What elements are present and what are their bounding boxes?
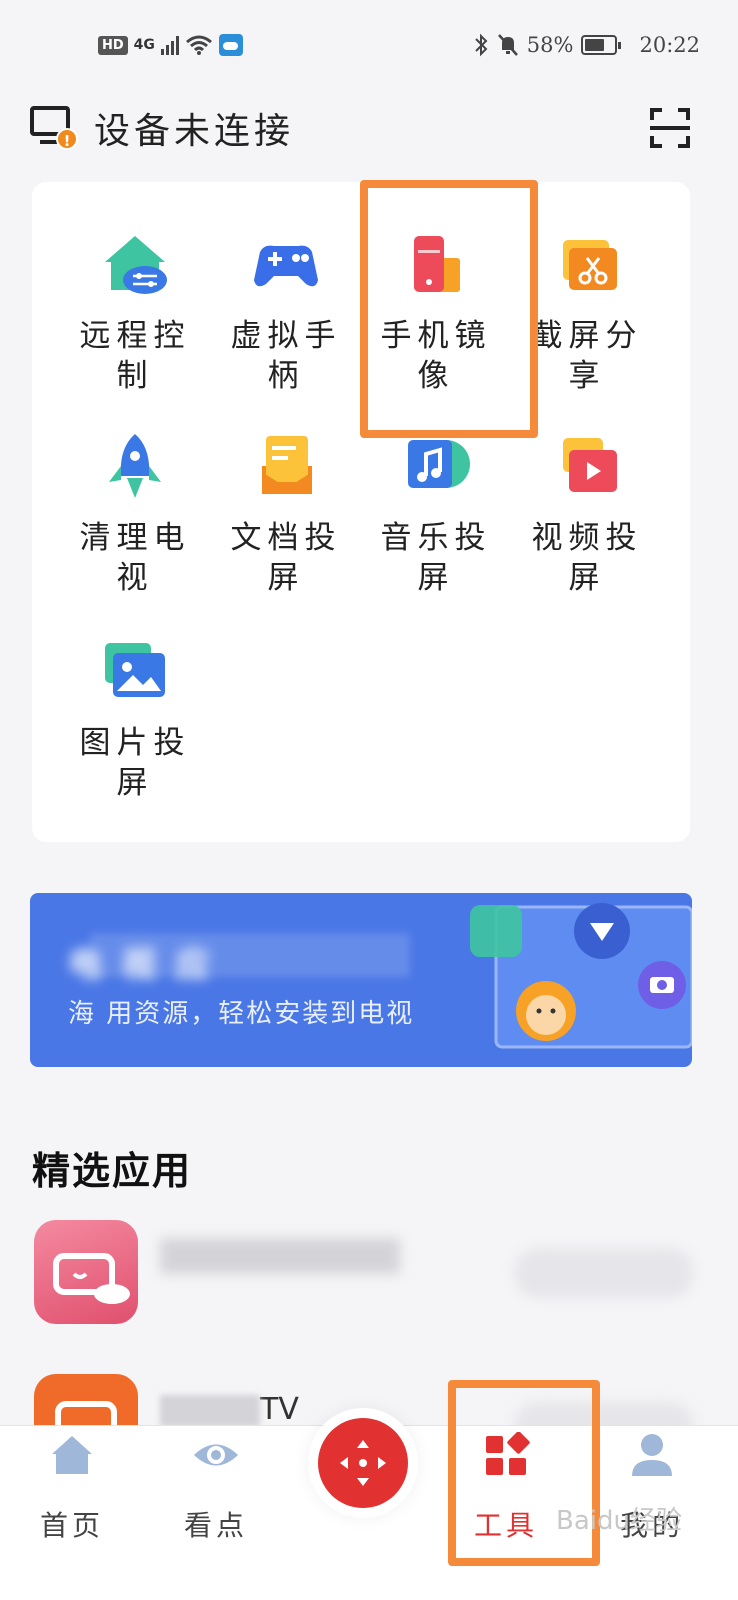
network-type: 4G bbox=[133, 37, 155, 53]
tool-label: 虚拟手柄 bbox=[230, 318, 342, 394]
clock: 20:22 bbox=[639, 33, 700, 57]
featured-section-title: 精选应用 bbox=[32, 1149, 193, 1193]
connection-status-title[interactable]: 设备未连接 bbox=[94, 102, 294, 154]
remote-control-home-icon bbox=[105, 236, 167, 294]
tool-label: 清理电视 bbox=[79, 520, 191, 596]
video-play-icon bbox=[563, 438, 617, 492]
home-icon bbox=[52, 1436, 92, 1474]
tool-video-cast[interactable]: 视频投屏 bbox=[512, 432, 662, 598]
tool-music-cast[interactable]: 音乐投屏 bbox=[361, 432, 511, 598]
tool-label: 音乐投屏 bbox=[380, 520, 492, 596]
nav-label: 看点 bbox=[183, 1509, 248, 1542]
tool-label: 远程控制 bbox=[79, 318, 191, 394]
app-name-suffix: TV bbox=[260, 1392, 299, 1427]
banner-subtitle: 海 用资源，轻松安装到电视 bbox=[68, 999, 415, 1029]
music-note-icon bbox=[408, 440, 470, 488]
app-logo-icon bbox=[53, 1253, 130, 1304]
signal-icon bbox=[160, 35, 179, 55]
tool-label: 截屏分享 bbox=[531, 318, 643, 394]
tool-document-cast[interactable]: 文档投屏 bbox=[211, 432, 361, 598]
wifi-icon bbox=[185, 35, 212, 55]
scan-icon[interactable] bbox=[650, 108, 690, 148]
tool-remote-control[interactable]: 远程控制 bbox=[60, 230, 210, 396]
screenshot-scissors-icon bbox=[563, 240, 617, 290]
battery-icon bbox=[581, 35, 622, 55]
highlight-phone-mirror bbox=[360, 180, 538, 438]
status-left: HD 4G bbox=[98, 28, 243, 62]
tool-label: 图片投屏 bbox=[79, 725, 191, 801]
eye-icon bbox=[194, 1444, 238, 1466]
battery-percent: 58% bbox=[526, 33, 574, 57]
weather-icon bbox=[218, 34, 243, 56]
gamepad-icon bbox=[254, 245, 318, 287]
bluetooth-icon bbox=[475, 33, 488, 57]
nav-label: 首页 bbox=[39, 1509, 104, 1542]
tool-clean-tv[interactable]: 清理电视 bbox=[60, 432, 210, 598]
app-name: TV bbox=[160, 1392, 299, 1427]
list-item[interactable] bbox=[0, 1210, 738, 1360]
highlight-tools-tab bbox=[448, 1380, 600, 1566]
dpad-icon bbox=[340, 1440, 386, 1486]
nav-home[interactable]: 首页 bbox=[12, 1426, 132, 1544]
tool-label: 文档投屏 bbox=[230, 520, 342, 596]
tool-virtual-gamepad[interactable]: 虚拟手柄 bbox=[211, 230, 361, 396]
watermark: Baidu经验 bbox=[556, 1506, 682, 1536]
hd-badge: HD bbox=[98, 35, 128, 55]
mute-bell-icon bbox=[497, 34, 518, 56]
tool-label: 视频投屏 bbox=[531, 520, 643, 596]
app-icon bbox=[34, 1220, 138, 1324]
tool-picture-cast[interactable]: 图片投屏 bbox=[60, 637, 210, 803]
remote-center-button[interactable] bbox=[318, 1418, 408, 1508]
picture-icon bbox=[105, 643, 165, 697]
install-button[interactable] bbox=[514, 1248, 694, 1298]
tv-disconnected-icon[interactable]: ! bbox=[30, 106, 78, 150]
banner-illustration bbox=[470, 903, 692, 1049]
app-name bbox=[160, 1238, 400, 1274]
header: ! 设备未连接 bbox=[0, 96, 738, 160]
user-icon bbox=[632, 1434, 672, 1476]
promo-banner[interactable]: 电 视 应 海 用资源，轻松安装到电视 bbox=[30, 893, 692, 1067]
document-envelope-icon bbox=[262, 436, 312, 494]
status-bar: HD 4G 58% 20:22 bbox=[0, 28, 738, 62]
status-right: 58% 20:22 bbox=[473, 28, 700, 62]
nav-explore[interactable]: 看点 bbox=[156, 1426, 276, 1544]
banner-mosaic bbox=[90, 933, 410, 977]
rocket-icon bbox=[109, 434, 161, 498]
